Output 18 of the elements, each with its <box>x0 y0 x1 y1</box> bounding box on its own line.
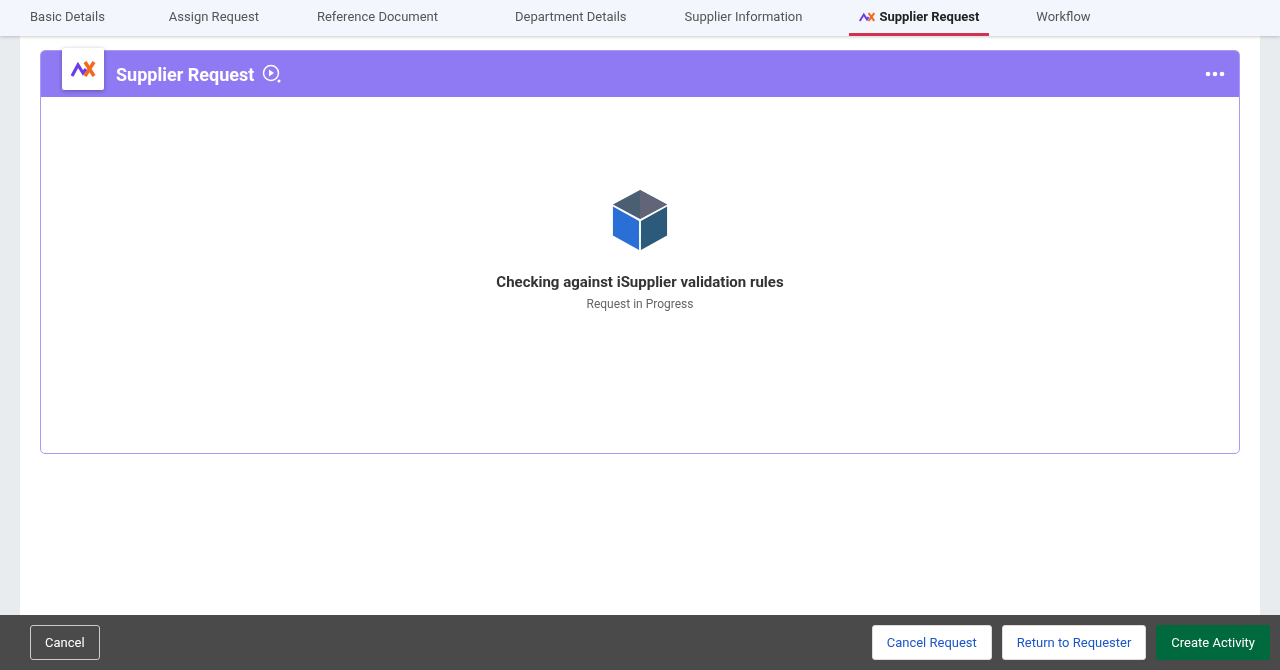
tab[interactable]: Supplier Information <box>674 0 813 36</box>
logo-icon <box>859 11 876 22</box>
tab[interactable]: Workflow <box>1026 0 1101 36</box>
card-title: Supplier Request <box>116 63 255 85</box>
tab[interactable]: Department Details <box>505 0 637 36</box>
cancel-button[interactable]: Cancel <box>30 625 100 660</box>
action-button[interactable]: Return to Requester <box>1001 625 1147 660</box>
status-subtitle: Request in Progress <box>586 297 694 311</box>
logo-icon <box>62 48 104 90</box>
tab[interactable]: Reference Document <box>306 0 449 36</box>
tab[interactable]: Basic Details <box>20 0 115 36</box>
more-icon[interactable] <box>1205 71 1225 77</box>
status-title: Checking against iSupplier validation rules <box>496 273 784 291</box>
play-help-icon[interactable] <box>262 64 283 84</box>
action-button[interactable]: Cancel Request <box>871 625 992 660</box>
tab[interactable]: Assign Request <box>158 0 269 36</box>
cube-icon <box>611 189 669 251</box>
action-button[interactable]: Create Activity <box>1156 625 1270 660</box>
